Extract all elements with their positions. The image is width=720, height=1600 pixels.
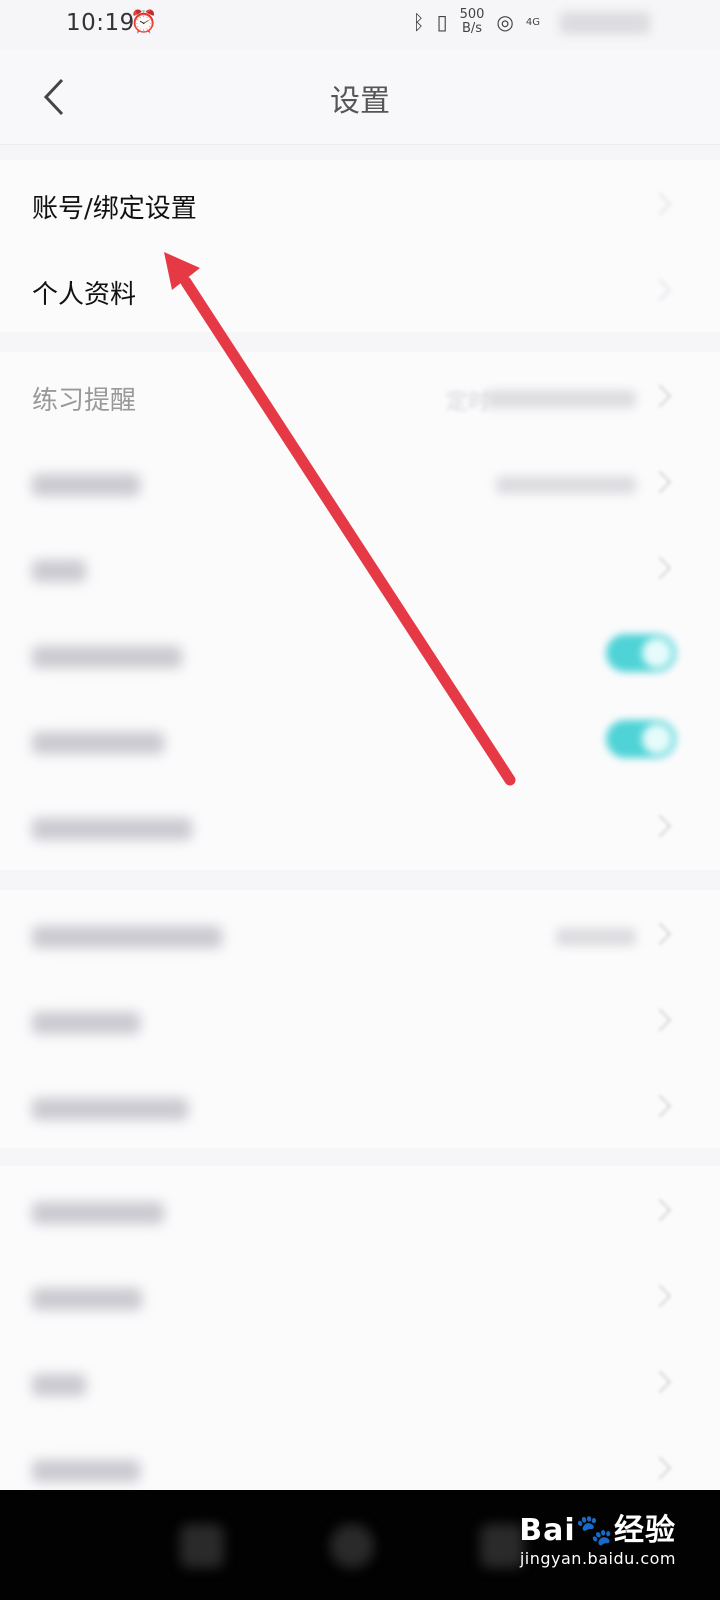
row-label-blurred xyxy=(32,560,86,582)
settings-row-6[interactable] xyxy=(0,782,720,870)
watermark-url: jingyan.baidu.com xyxy=(519,1549,676,1568)
chevron-right-icon xyxy=(648,192,672,216)
row-label-blurred xyxy=(32,1288,142,1310)
row-label-blurred xyxy=(32,732,164,754)
profile-label: 个人资料 xyxy=(32,280,137,310)
account-binding-label: 账号/绑定设置 xyxy=(32,194,197,224)
recent-apps-button[interactable] xyxy=(180,1524,224,1568)
row-label-blurred xyxy=(32,818,192,840)
row-label-blurred xyxy=(32,474,140,496)
chevron-right-icon xyxy=(648,278,672,302)
profile-row[interactable]: 个人资料 xyxy=(0,246,720,334)
settings-row-12[interactable] xyxy=(0,1338,720,1426)
row-label-blurred xyxy=(32,1374,86,1396)
chevron-right-icon xyxy=(648,1370,672,1394)
home-button[interactable] xyxy=(330,1524,374,1568)
row-value-blurred xyxy=(556,928,636,946)
settings-row-5[interactable] xyxy=(0,696,720,784)
practice-reminder-detail xyxy=(486,390,636,408)
page-title: 设置 xyxy=(330,84,390,119)
top-nav-bar: 设置 xyxy=(0,50,720,145)
row-label-blurred xyxy=(32,1202,164,1224)
settings-row-4[interactable] xyxy=(0,610,720,698)
chevron-right-icon xyxy=(648,814,672,838)
settings-row-2[interactable] xyxy=(0,438,720,526)
watermark-brand: Bai xyxy=(519,1513,576,1548)
settings-row-8[interactable] xyxy=(0,976,720,1064)
vibrate-icon: ▯ xyxy=(436,10,448,34)
practice-reminder-label: 练习提醒 xyxy=(32,386,137,416)
hotspot-icon: ◎ xyxy=(496,10,514,34)
chevron-right-icon xyxy=(648,1456,672,1480)
chevron-right-icon xyxy=(648,1284,672,1308)
watermark-brand-cn: 经验 xyxy=(614,1513,676,1548)
practice-reminder-row[interactable]: 练习提醒 定时 xyxy=(0,352,720,440)
row-label-blurred xyxy=(32,926,222,948)
chevron-right-icon xyxy=(648,470,672,494)
status-time: 10:19 xyxy=(66,10,135,36)
net-speed-value: 500 xyxy=(459,7,485,22)
chevron-right-icon xyxy=(648,1198,672,1222)
settings-row-10[interactable] xyxy=(0,1166,720,1254)
net-speed: 500 B/s xyxy=(460,8,485,36)
more-section xyxy=(0,890,720,1148)
settings-row-3[interactable] xyxy=(0,524,720,612)
row-value-blurred xyxy=(496,476,636,494)
alarm-icon: ⏰ xyxy=(130,10,158,35)
toggle-switch[interactable] xyxy=(606,634,676,672)
row-label-blurred xyxy=(32,646,182,668)
row-label-blurred xyxy=(32,1012,140,1034)
row-label-blurred xyxy=(32,1460,140,1482)
account-section: 账号/绑定设置 个人资料 xyxy=(0,160,720,332)
practice-reminder-value: 定时 xyxy=(445,390,490,415)
chevron-right-icon xyxy=(648,1008,672,1032)
preferences-section: 练习提醒 定时 xyxy=(0,352,720,870)
toggle-switch[interactable] xyxy=(606,720,676,758)
bluetooth-icon: ᛒ xyxy=(412,10,425,34)
row-label-blurred xyxy=(32,1098,188,1120)
back-nav-button[interactable] xyxy=(480,1524,524,1568)
status-icons: ᛒ ▯ 500 B/s ◎ 4G xyxy=(413,8,540,36)
battery-icon xyxy=(560,12,650,34)
settings-row-11[interactable] xyxy=(0,1252,720,1340)
paw-icon: 🐾 xyxy=(575,1513,614,1548)
baidu-jingyan-watermark: Bai🐾经验 jingyan.baidu.com xyxy=(519,1505,676,1568)
chevron-right-icon xyxy=(648,1094,672,1118)
net-speed-unit: B/s xyxy=(461,21,483,36)
account-binding-row[interactable]: 账号/绑定设置 xyxy=(0,160,720,248)
chevron-right-icon xyxy=(648,556,672,580)
settings-row-9[interactable] xyxy=(0,1062,720,1150)
status-bar: 10:19 ⏰ ᛒ ▯ 500 B/s ◎ 4G xyxy=(0,0,720,50)
signal-icon: 4G xyxy=(525,16,540,28)
chevron-right-icon xyxy=(648,384,672,408)
settings-row-7[interactable] xyxy=(0,890,720,978)
chevron-right-icon xyxy=(648,922,672,946)
about-section xyxy=(0,1166,720,1496)
